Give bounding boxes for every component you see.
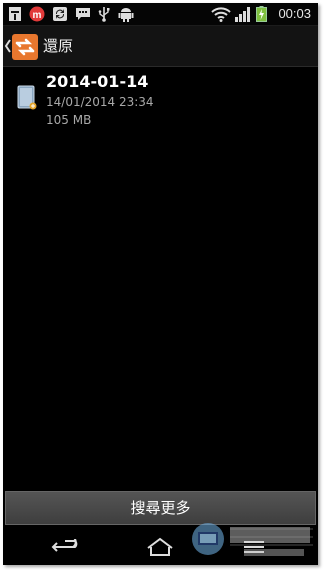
svg-text:m: m — [33, 10, 42, 21]
m-app-icon: m — [29, 6, 45, 22]
sync-icon — [53, 7, 67, 21]
back-icon[interactable] — [51, 539, 81, 555]
wifi-icon — [211, 7, 231, 22]
back-chevron-icon[interactable] — [4, 38, 12, 54]
battery-charging-icon — [256, 6, 267, 22]
backup-title: 2014-01-14 — [46, 72, 149, 91]
usb-icon — [98, 7, 110, 22]
sim-icon — [9, 7, 21, 21]
backup-datetime: 14/01/2014 23:34 — [46, 95, 154, 109]
status-time: 00:03 — [278, 6, 311, 21]
watermark-logo — [192, 523, 313, 556]
chat-icon — [76, 8, 90, 20]
action-bar: 還原 — [3, 26, 318, 67]
phone-screen: m 00:03 還原 2014-01-14 14/01/2014 23:34 1… — [3, 3, 318, 565]
list-item[interactable]: 2014-01-14 14/01/2014 23:34 105 MB — [3, 67, 318, 131]
status-bar: m 00:03 — [3, 3, 318, 26]
home-icon[interactable] — [145, 537, 175, 557]
app-logo-icon[interactable] — [12, 34, 38, 60]
signal-icon — [235, 7, 250, 22]
sd-card-file-icon — [17, 85, 37, 110]
backup-size: 105 MB — [46, 113, 92, 127]
page-title: 還原 — [43, 37, 74, 55]
android-debug-icon — [118, 8, 134, 22]
